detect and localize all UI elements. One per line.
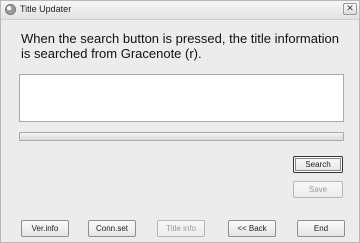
instruction-message: When the search button is pressed, the t… bbox=[21, 31, 339, 61]
end-button[interactable]: End bbox=[297, 220, 345, 237]
search-progress-bar bbox=[19, 132, 344, 141]
conn-set-button[interactable]: Conn.set bbox=[88, 220, 136, 237]
title-info-button[interactable]: Title info bbox=[157, 220, 205, 237]
close-button[interactable]: ✕ bbox=[343, 3, 357, 15]
app-icon bbox=[5, 4, 16, 15]
title-updater-window: Title Updater ✕ When the search button i… bbox=[0, 0, 360, 243]
title-info-result-box bbox=[19, 74, 344, 122]
title-bar: Title Updater ✕ bbox=[1, 1, 359, 20]
ver-info-button[interactable]: Ver.info bbox=[21, 220, 69, 237]
window-title: Title Updater bbox=[20, 4, 72, 14]
search-button[interactable]: Search bbox=[293, 156, 343, 173]
back-button[interactable]: << Back bbox=[228, 220, 276, 237]
save-button[interactable]: Save bbox=[293, 181, 343, 198]
